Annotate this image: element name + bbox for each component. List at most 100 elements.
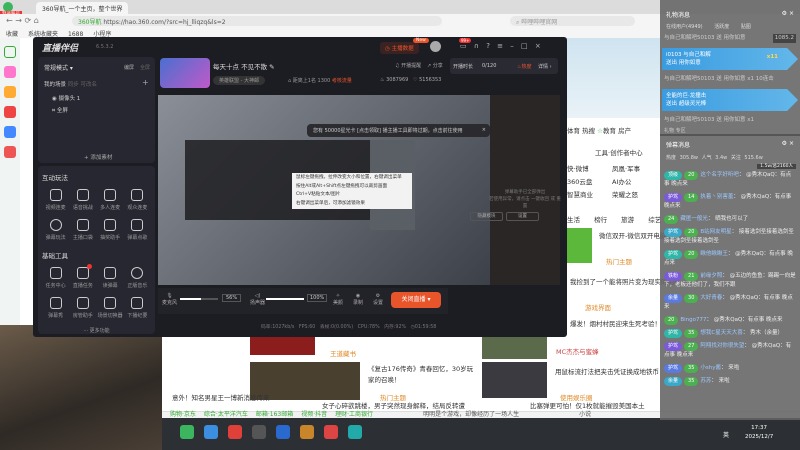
tool-danmu-show[interactable]: 弹幕秀: [42, 297, 69, 319]
notice-toast[interactable]: 您有 50000星光卡 [点击领取] 播主播工具即将过期，点击前往使用 ×: [307, 124, 490, 137]
details-button[interactable]: 详情 ›: [538, 63, 552, 70]
chat-username[interactable]: 大好青春: [700, 295, 722, 301]
search-input[interactable]: ⌕ 哔哩哔哩官网: [510, 16, 635, 26]
stream-cover[interactable]: [160, 58, 210, 88]
link[interactable]: 荣耀之怒: [612, 189, 657, 202]
edit-button[interactable]: 编屏: [124, 64, 134, 71]
speaker-volume-value[interactable]: 100%: [307, 294, 328, 302]
gift-footer-tab[interactable]: 专区: [676, 128, 686, 134]
menu-icon[interactable]: ≡: [497, 42, 503, 50]
browser-tab[interactable]: 360导航_一个主页，整个世界: [36, 2, 128, 14]
bookmark[interactable]: 收藏: [6, 31, 18, 38]
app-taskbar-icon[interactable]: [204, 425, 218, 439]
nav-link[interactable]: 体育: [567, 127, 580, 135]
novel-link[interactable]: 小说: [579, 411, 591, 418]
nav-link[interactable]: 房产: [618, 127, 631, 135]
game-icon[interactable]: [4, 146, 16, 158]
tool-read-danmu[interactable]: 读弹幕: [97, 267, 124, 289]
chat-username[interactable]: 想我C星天天大喜: [700, 330, 742, 336]
app-icon[interactable]: [4, 66, 16, 78]
chat-username[interactable]: 藏匿一般光: [680, 216, 708, 222]
status-text[interactable]: 明明是个游戏，却像经历了一场人生: [423, 411, 519, 418]
record-button[interactable]: ◉ 录制: [353, 293, 363, 306]
headset-icon[interactable]: ∩: [474, 42, 479, 50]
speaker-button[interactable]: ◁) 扬声器: [250, 293, 265, 306]
add-source-button[interactable]: + 添加素材: [84, 153, 112, 161]
link[interactable]: 快·微博: [567, 163, 612, 176]
category-tab[interactable]: 旅游: [621, 216, 634, 224]
article-title[interactable]: 女子心碎欲跳楼，男子突然现身解释，结局反转遭: [322, 402, 465, 410]
tool-room-admin[interactable]: 房管助手: [69, 297, 96, 319]
tool-task-center[interactable]: 任务中心: [42, 267, 69, 289]
app-taskbar-icon[interactable]: [276, 425, 290, 439]
tool-pocket[interactable]: 主播口袋: [69, 219, 96, 241]
article-title[interactable]: 《复古176传奇》青春回忆，30岁玩家的召唤！: [368, 364, 476, 386]
app-taskbar-icon[interactable]: [252, 425, 266, 439]
app-icon[interactable]: [4, 106, 16, 118]
chat-username[interactable]: 这个名字好听吧: [700, 172, 739, 178]
avatar[interactable]: [430, 41, 441, 52]
tool-scene-switcher[interactable]: 场景切换器: [97, 297, 124, 319]
hotness-button[interactable]: ♨热度: [517, 63, 532, 70]
app-icon[interactable]: [4, 86, 16, 98]
tool-live-task[interactable]: 直播任务: [69, 264, 96, 289]
tool-music[interactable]: 正版音乐: [124, 267, 151, 289]
article-title[interactable]: 意外！知名男星王一博新消息传来: [172, 392, 270, 402]
link[interactable]: 智慧商业: [567, 189, 612, 202]
status-link[interactable]: 理财·工商银行: [335, 411, 373, 418]
chat-username[interactable]: 执着丶别害羞: [700, 194, 733, 200]
source-item-camera[interactable]: ◉ 摄像头 1: [52, 94, 80, 102]
chat-username[interactable]: Bingo777: [680, 317, 706, 323]
nav-link[interactable]: 热搜: [582, 127, 595, 135]
live-data-button[interactable]: ◷ 主播数据: [380, 42, 419, 54]
chat-username[interactable]: 前缘夕照: [700, 273, 722, 279]
app-taskbar-icon[interactable]: [228, 425, 242, 439]
share-button[interactable]: ↗ 分享: [427, 62, 443, 69]
close-icon[interactable]: ×: [482, 127, 486, 133]
chat-username[interactable]: 阿翔找对你很失望: [700, 343, 744, 349]
stop-live-button[interactable]: 关闭直播 ▾: [391, 292, 441, 308]
danmu-settings-button[interactable]: 设置: [506, 212, 539, 221]
article-thumbnail[interactable]: [482, 362, 547, 398]
article-thumbnail[interactable]: [567, 228, 592, 263]
chat-username[interactable]: B站网友明星: [700, 229, 731, 235]
beauty-button[interactable]: ✧ 美颜: [333, 293, 343, 306]
add-scene-icon[interactable]: +: [142, 78, 149, 87]
stream-title[interactable]: 每天十点 不见不散 ✎: [213, 61, 275, 71]
article-title[interactable]: 爆发！烟村村民迎来生死考验！: [570, 318, 661, 328]
article-thumbnail[interactable]: [250, 337, 315, 355]
rename-button[interactable]: 可改名: [81, 82, 98, 88]
tool-summary[interactable]: 下播纪要: [124, 297, 151, 319]
link[interactable]: 凤凰·军事: [612, 163, 657, 176]
status-link[interactable]: 邮箱·163邮箱: [256, 411, 293, 418]
mode-selector[interactable]: 常规模式 ▾: [44, 63, 73, 72]
article-title[interactable]: 用鼠标流打法把夹击凭证换成地铁币: [555, 366, 659, 376]
live-companion-taskbar-icon[interactable]: [300, 425, 314, 439]
tool-multi-connect[interactable]: 多人连麦: [97, 189, 124, 211]
article-title[interactable]: 比塞弹更可怕！仅1枚就能摧毁美国本土: [530, 402, 645, 410]
status-link[interactable]: 综合·太平洋汽车: [204, 411, 248, 418]
tool-danmu-game[interactable]: 弹幕玩法: [42, 219, 69, 241]
speaker-volume-slider[interactable]: [266, 298, 304, 300]
fullscreen-button[interactable]: 全屏: [140, 64, 150, 71]
message-icon[interactable]: ▭: [460, 42, 467, 50]
tool-song-request[interactable]: 弹幕点歌: [124, 219, 151, 241]
mic-button[interactable]: 🎙 麦克风: [162, 293, 177, 306]
ai-icon[interactable]: [4, 126, 16, 138]
ime-indicator[interactable]: 英: [723, 430, 729, 439]
nav-link[interactable]: 教育: [603, 127, 616, 135]
nav-buttons-icon[interactable]: ← → ⟳ ⌂: [6, 16, 39, 25]
remind-button[interactable]: ♫ 开播提醒: [395, 62, 421, 69]
app-taskbar-icon[interactable]: [324, 425, 338, 439]
url-input[interactable]: 360导航 https://hao.360.com/?src=hj_lliqzq…: [72, 16, 442, 26]
close-icon[interactable]: ×: [535, 42, 541, 50]
tools-link[interactable]: 工具·创作者中心: [595, 147, 643, 157]
help-icon[interactable]: ?: [486, 42, 490, 50]
more-features-button[interactable]: ··· 更多功能: [42, 327, 151, 334]
chat-list[interactable]: 顶级 20 这个名字好听吧： @秀木QaQ：有点事 晚点来 护驾 14 执着丶别害羞： @…: [660, 169, 800, 388]
gift-footer-tab[interactable]: 礼物: [664, 128, 674, 134]
source-item-fullscreen[interactable]: ⌗ 全屏: [52, 106, 68, 115]
online-users[interactable]: 在线用户(4949): [666, 24, 703, 30]
sync-button[interactable]: 同步: [68, 82, 79, 88]
status-link[interactable]: 视频·抖音: [301, 411, 327, 418]
